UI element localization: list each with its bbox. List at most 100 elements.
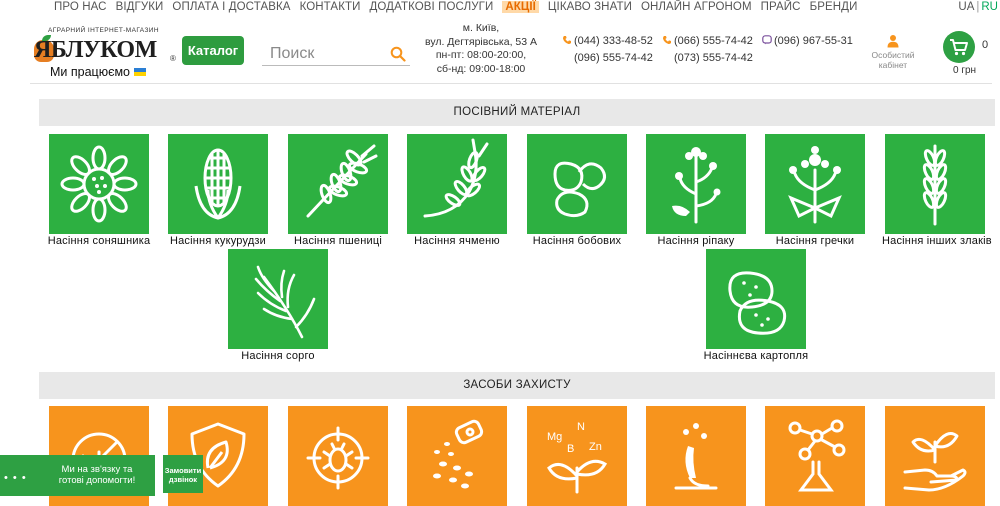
hours-weekend: сб-нд: 09:00-18:00 [436,62,526,75]
barley-icon [407,134,507,234]
category-insecticides[interactable] [285,406,391,506]
phone-3[interactable]: (066) 555-74-42 [662,35,753,47]
growth-regulator-icon [646,406,746,506]
insecticide-icon [288,406,388,506]
category-microfertilizers[interactable]: Mg N B Zn [524,406,630,506]
phone-5-number: (096) 967-55-31 [774,35,853,47]
seed-treatment-icon [407,406,507,506]
category-rapeseed-seeds[interactable]: Насіння ріпаку [643,134,749,247]
biopreparation-icon [885,406,985,506]
phone-5[interactable]: (096) 967-55-31 [762,35,853,47]
rapeseed-icon [646,134,746,234]
category-legume-seeds[interactable]: Насіння бобових [524,134,630,247]
callback-button[interactable]: Замовити дзвінок [163,455,203,493]
catalog-button[interactable]: Каталог [182,36,244,65]
address-city: м. Київ, [462,22,500,34]
nav-item-interesting[interactable]: ЦІКАВО ЗНАТИ [548,1,632,13]
cabinet-label-line1: Особистий [871,50,915,60]
language-switcher: UA | RU [958,1,998,13]
category-wheat-seeds[interactable]: Насіння пшениці [285,134,391,247]
nav-item-about[interactable]: ПРО НАС [54,1,107,13]
logo-tagline: АГРАРНИЙ ІНТЕРНЕТ-МАГАЗИН [48,27,159,34]
category-label: Насіння гречки [775,235,855,247]
phone-icon [662,36,671,45]
category-barley-seeds[interactable]: Насіння ячменю [404,134,510,247]
working-text: Ми працюємо [50,65,130,79]
beans-icon [527,134,627,234]
category-label: Насіння пшениці [293,235,383,247]
lang-separator: | [976,1,980,13]
category-label: Насіння соняшника [47,235,151,247]
nav-item-contacts[interactable]: КОНТАКТИ [300,1,361,13]
nav-item-brands[interactable]: БРЕНДИ [810,1,858,13]
logo-brand: ЯБЛУКОМ [34,37,157,63]
category-label: Насіння кукурудзи [169,235,267,247]
category-sorghum-seeds[interactable]: Насіння сорго [225,249,331,362]
search-input[interactable] [270,43,382,65]
nav-item-payment-delivery[interactable]: ОПЛАТА І ДОСТАВКА [172,1,290,13]
cart-total: 0 грн [953,65,977,76]
top-navigation: ПРО НАС ВІДГУКИ ОПЛАТА І ДОСТАВКА КОНТАК… [0,0,1000,17]
potato-icon [706,249,806,349]
category-other-grain-seeds[interactable]: Насіння інших злаків [882,134,992,247]
category-label: Насіннєва картопля [703,350,809,362]
cart-circle [943,31,975,63]
category-corn-seeds[interactable]: Насіння кукурудзи [165,134,271,247]
ukraine-flag-icon [134,68,146,76]
sorghum-icon [228,249,328,349]
user-icon [887,35,899,48]
store-address: м. Київ, вул. Дегтярівська, 53 А пн-пт: … [420,22,542,76]
personal-cabinet-link[interactable]: Особистий кабінет [866,34,920,70]
chat-text: Ми на зв'язку та готові допомогти! [58,464,136,486]
section-title-seeds[interactable]: ПОСІВНИЙ МАТЕРІАЛ [39,99,995,126]
grain-icon [885,134,985,234]
nav-item-promotions[interactable]: АКЦІЇ [502,1,539,13]
cart-button[interactable]: 0 0 грн [940,31,990,83]
category-adjuvants[interactable] [762,406,868,506]
section-title-protection[interactable]: ЗАСОБИ ЗАХИСТУ [39,372,995,399]
svg-text:B: B [567,443,574,455]
category-seed-treatment[interactable] [404,406,510,506]
working-notice: Ми працюємо [50,65,146,79]
nav-item-services[interactable]: ДОДАТКОВІ ПОСЛУГИ [370,1,494,13]
category-label: Насіння бобових [532,235,622,247]
nav-item-price[interactable]: ПРАЙС [761,1,801,13]
category-label: Насіння інших злаків [882,235,992,247]
category-growth-regulators[interactable] [643,406,749,506]
chat-typing-icon: • • • [4,472,27,484]
category-biopreparations[interactable] [882,406,988,506]
category-label: Насіння ріпаку [657,235,735,247]
lang-ru[interactable]: RU [981,1,998,13]
phone-3-number: (066) 555-74-42 [674,35,753,47]
search-icon[interactable] [390,46,406,62]
cart-count: 0 [982,39,989,51]
site-logo[interactable]: АГРАРНИЙ ІНТЕРНЕТ-МАГАЗИН ЯБЛУКОМ ® Ми п… [30,22,180,80]
nav-item-online-agronomist[interactable]: ОНЛАЙН АГРОНОМ [641,1,752,13]
nav-item-reviews[interactable]: ВІДГУКИ [116,1,164,13]
search-box [262,42,410,66]
category-sunflower-seeds[interactable]: Насіння соняшника [46,134,152,247]
category-buckwheat-seeds[interactable]: Насіння гречки [762,134,868,247]
lang-ua[interactable]: UA [958,1,974,13]
header-divider [30,83,992,84]
phone-icon [562,36,571,45]
hours-weekdays: пн-пт: 08:00-20:00, [435,49,527,61]
address-street: вул. Дегтярівська, 53 А [424,35,538,48]
sunflower-icon [49,134,149,234]
phone-4[interactable]: (073) 555-74-42 [674,52,753,64]
top-menu: ПРО НАС ВІДГУКИ ОПЛАТА І ДОСТАВКА КОНТАК… [54,1,866,13]
phone-4-number: (073) 555-74-42 [674,52,753,64]
cabinet-label-line2: кабінет [878,60,908,70]
chat-widget[interactable]: • • • Ми на зв'язку та готові допомогти! [0,455,155,496]
phone-2[interactable]: (096) 555-74-42 [574,52,653,64]
cart-icon [950,39,968,56]
site-header: АГРАРНИЙ ІНТЕРНЕТ-МАГАЗИН ЯБЛУКОМ ® Ми п… [0,18,1000,80]
adjuvant-icon [765,406,865,506]
phone-1[interactable]: (044) 333-48-52 [562,35,653,47]
phone-2-number: (096) 555-74-42 [574,52,653,64]
buckwheat-icon [765,134,865,234]
microfertilizer-icon: Mg NB Zn [527,406,627,506]
category-seed-potato[interactable]: Насіннєва картопля [703,249,809,362]
corn-icon [168,134,268,234]
wheat-icon [288,134,388,234]
